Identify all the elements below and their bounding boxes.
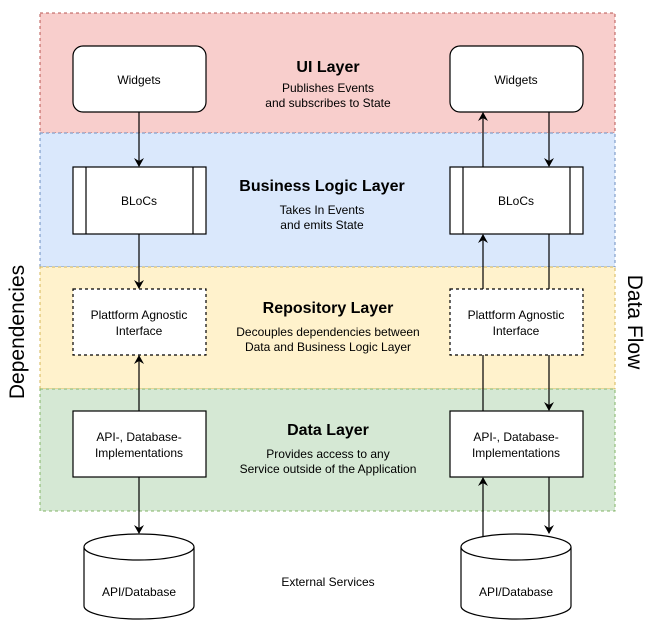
widgets-label: Widgets <box>494 73 537 87</box>
business-layer-desc: and emits State <box>280 218 364 232</box>
data-layer-desc: Service outside of the Application <box>240 462 417 476</box>
api-label: Implementations <box>95 446 183 460</box>
platform-label: Plattform Agnostic <box>91 308 188 322</box>
api-label: Implementations <box>472 446 560 460</box>
repository-layer-desc: Decouples dependencies between <box>236 325 419 339</box>
platform-interface-box <box>449 288 584 356</box>
ui-layer-desc: Publishes Events <box>282 81 374 95</box>
repository-layer-title: Repository Layer <box>263 300 394 317</box>
ui-layer-desc: and subscribes to State <box>265 96 391 110</box>
api-implementations-box <box>449 410 584 478</box>
data-flow-label: Data Flow <box>623 275 646 370</box>
api-implementations-box <box>72 410 207 478</box>
dependencies-label: Dependencies <box>6 265 29 399</box>
platform-label: Plattform Agnostic <box>468 308 565 322</box>
widgets-label: Widgets <box>117 73 160 87</box>
external-services-label: External Services <box>281 575 374 589</box>
business-layer-title: Business Logic Layer <box>239 178 404 195</box>
api-label: API-, Database- <box>473 430 558 444</box>
business-layer-desc: Takes In Events <box>280 203 365 217</box>
platform-label: Interface <box>116 324 163 338</box>
data-layer-desc: Provides access to any <box>266 447 389 461</box>
database-label: API/Database <box>479 585 553 599</box>
platform-label: Interface <box>493 324 540 338</box>
database-cylinder <box>83 533 195 620</box>
data-layer-title: Data Layer <box>287 422 369 439</box>
ui-layer-title: UI Layer <box>296 59 359 76</box>
repository-layer-desc: Data and Business Logic Layer <box>245 340 411 354</box>
blocs-label: BLoCs <box>498 194 534 208</box>
database-label: API/Database <box>102 585 176 599</box>
api-label: API-, Database- <box>96 430 181 444</box>
platform-interface-box <box>72 288 207 356</box>
blocs-label: BLoCs <box>121 194 157 208</box>
database-cylinder <box>460 533 572 620</box>
architecture-diagram: UI Layer Publishes Events and subscribes… <box>6 12 646 620</box>
